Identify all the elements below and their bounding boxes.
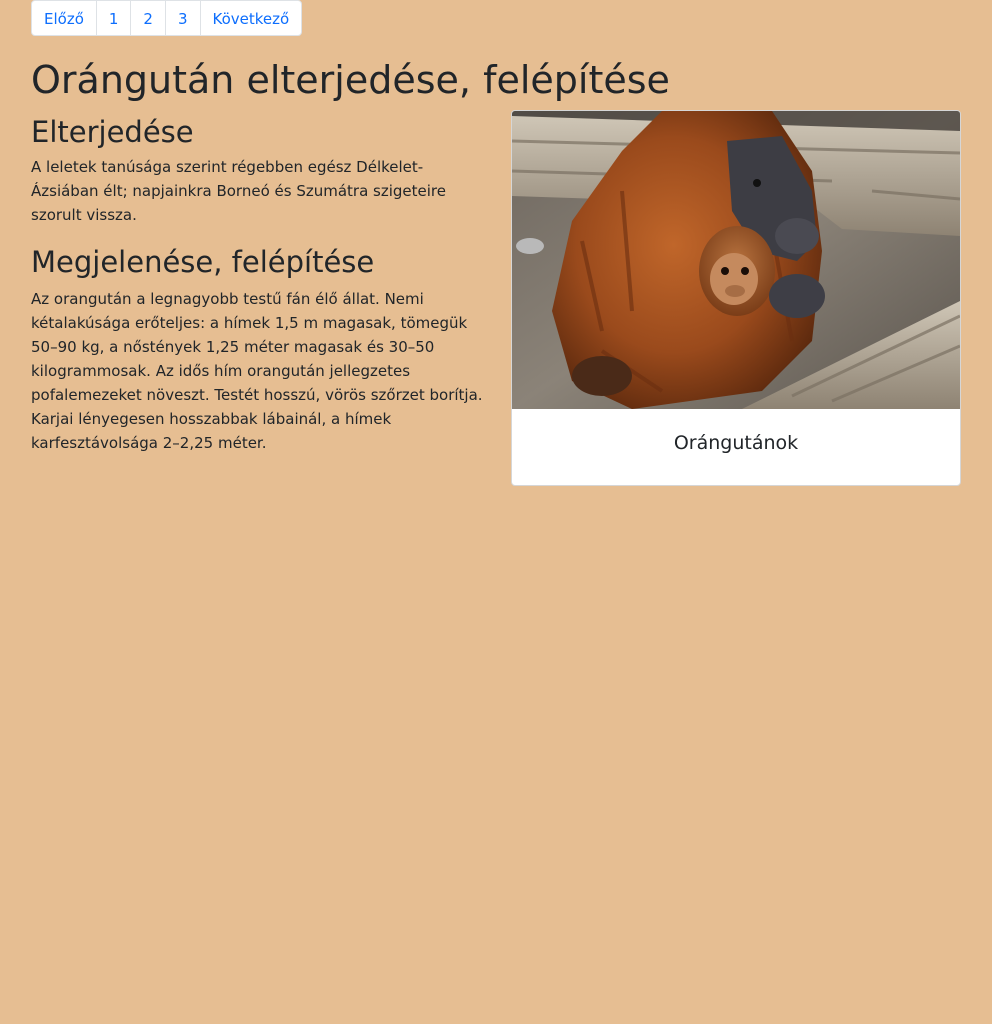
pagination-page-3-link[interactable]: 3 (164, 0, 201, 36)
distribution-text: A leletek tanúsága szerint régebben egés… (31, 158, 446, 224)
pagination-next-link[interactable]: Következő (199, 0, 303, 36)
pagination: Előző 1 2 3 Következő (31, 0, 303, 36)
pagination-prev-link[interactable]: Előző (31, 0, 97, 36)
pagination-page-2-item: 2 (130, 0, 166, 36)
pagination-page-1-link[interactable]: 1 (95, 0, 132, 36)
appearance-text: Az orangután a legnagyobb testű fán élő … (31, 290, 483, 452)
image-card: Orángutánok (511, 110, 961, 486)
orangutan-photo (512, 111, 960, 409)
page-title: Orángután elterjedése, felépítése (31, 58, 670, 102)
pagination-next-item: Következő (199, 0, 303, 36)
card-caption: Orángutánok (673, 432, 799, 454)
pagination-page-2-link[interactable]: 2 (130, 0, 166, 36)
pagination-prev-item: Előző (31, 0, 97, 36)
pagination-page-3-item: 3 (164, 0, 201, 36)
appearance-heading: Megjelenése, felépítése (31, 245, 375, 279)
pagination-page-1-item: 1 (95, 0, 132, 36)
content-column: Elterjedése A leletek tanúsága szerint r… (31, 112, 483, 455)
distribution-heading: Elterjedése (31, 115, 194, 149)
